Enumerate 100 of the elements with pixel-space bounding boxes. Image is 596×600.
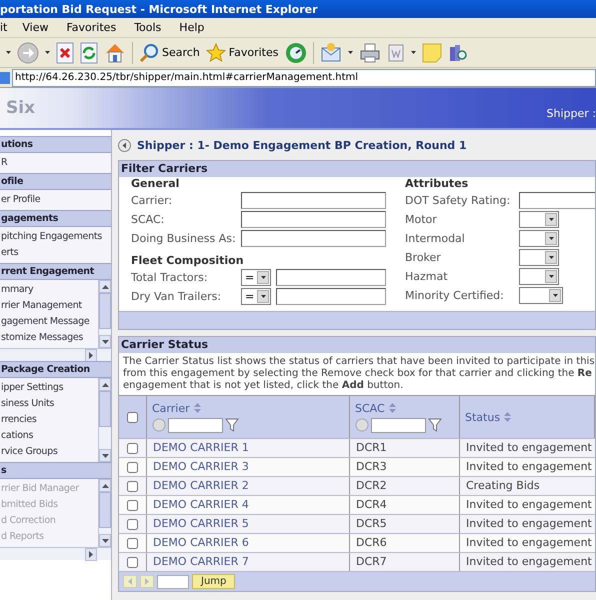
row-checkbox[interactable] [127,538,138,548]
refresh-icon[interactable] [80,42,98,64]
dropdown[interactable] [519,249,559,266]
left-arrow-icon [128,578,132,585]
text-field[interactable] [241,211,386,228]
text-field[interactable] [276,288,386,305]
menu-item[interactable]: Help [170,21,214,34]
page-icon [0,70,10,84]
field-label: Hazmat [405,270,449,283]
favorites-button[interactable]: Favorites [206,42,278,62]
vertical-scrollbar[interactable] [98,378,111,462]
carrier-link[interactable]: DEMO CARRIER 6 [147,534,350,552]
media-icon[interactable] [284,42,306,64]
sidebar-item[interactable]: gagement Message [0,314,98,330]
sidebar-item[interactable]: R [0,155,111,171]
sidebar-item[interactable]: er Profile [0,192,111,208]
text-field[interactable] [276,269,386,286]
page-number-field[interactable] [157,574,189,588]
research-icon[interactable] [448,42,468,62]
section-header[interactable]: Package Creation [0,361,111,378]
dropdown-caret-icon [45,51,50,54]
section-header[interactable]: ofile [0,173,111,190]
menu-item[interactable]: Tools [125,21,170,34]
sidebar-item[interactable]: erts [0,245,111,261]
edit-icon[interactable] [386,42,404,62]
text-field[interactable] [241,192,386,209]
menu-item[interactable]: it [0,21,14,34]
dropdown[interactable] [519,268,559,285]
sidebar-item[interactable]: rrier Management [0,298,98,314]
address-field[interactable]: http://64.26.230.25/tbr/shipper/main.html#carrierManagement.html [12,68,596,86]
sidebar-item[interactable]: siness Units [0,396,98,412]
table-cell: DCR3 [350,458,460,476]
carrier-link[interactable]: DEMO CARRIER 4 [147,496,350,514]
section-header[interactable]: utions [0,136,111,153]
vertical-scrollbar[interactable] [98,280,111,348]
horizontal-scrollbar[interactable] [0,348,111,361]
printer-icon[interactable] [358,42,380,64]
table-cell-text: Invited to engagement [465,516,593,532]
dropdown[interactable] [519,230,559,247]
forward-icon[interactable] [17,42,39,64]
table-cell-text: Creating Bids [465,478,541,494]
scroll-up-icon[interactable] [102,284,108,288]
scroll-down-icon[interactable] [102,538,108,542]
filter-field[interactable] [168,418,223,432]
operator-select[interactable]: = [241,288,271,305]
carrier-link[interactable]: DEMO CARRIER 3 [147,458,350,476]
menu-item[interactable]: View [13,21,58,34]
section-header[interactable]: gagements [0,210,111,227]
dropdown-caret-icon [552,294,558,297]
table-cell-text: Invited to engagement [465,554,593,570]
column-header[interactable]: SCAC [355,402,454,414]
sidebar-item[interactable]: ipper Settings [0,380,98,396]
scroll-up-icon[interactable] [102,484,108,488]
row-checkbox[interactable] [127,480,138,492]
select-all-checkbox[interactable] [127,412,138,422]
mail-icon[interactable] [320,42,342,64]
scroll-right-icon[interactable] [89,551,93,558]
filter-field[interactable] [371,418,426,432]
text-field[interactable] [519,192,595,209]
operator-select[interactable]: = [241,269,271,286]
sidebar-item[interactable]: rrencies [0,412,98,428]
sidebar-item[interactable]: stomize Messages [0,330,98,346]
dropdown[interactable] [519,287,563,304]
carrier-link[interactable]: DEMO CARRIER 5 [147,515,350,533]
home-icon[interactable] [104,42,126,64]
sidebar-item[interactable]: mmary [0,282,98,298]
filter-icon[interactable] [428,418,442,432]
stop-icon[interactable] [56,42,74,64]
section-header[interactable]: s [0,462,111,479]
search-button[interactable]: Search [139,42,200,62]
brand-name: Six [6,98,36,118]
sidebar-item[interactable]: rvice Groups [0,444,98,460]
scroll-down-icon[interactable] [102,454,108,458]
vertical-scrollbar[interactable] [98,479,111,547]
sidebar-item[interactable]: pitching Engagements [0,229,111,245]
scroll-down-icon[interactable] [102,340,108,344]
row-checkbox[interactable] [127,462,138,472]
scroll-up-icon[interactable] [102,382,108,386]
carrier-link[interactable]: DEMO CARRIER 7 [147,553,350,571]
column-header[interactable]: Carrier [152,402,344,414]
dropdown-caret-icon[interactable] [6,51,11,54]
section-header[interactable]: rrent Engagement [0,263,111,280]
back-icon[interactable] [118,138,131,152]
row-checkbox[interactable] [127,556,138,568]
row-checkbox[interactable] [127,442,138,454]
filter-icon[interactable] [225,418,239,432]
dropdown[interactable] [519,211,559,228]
table-cell: DCR4 [350,496,460,514]
row-checkbox[interactable] [127,500,138,510]
scroll-right-icon[interactable] [89,352,93,359]
carrier-link[interactable]: DEMO CARRIER 1 [147,439,350,457]
jump-button[interactable]: Jump [192,574,236,589]
menu-item[interactable]: Favorites [57,21,126,34]
sidebar-item[interactable]: cations [0,428,98,444]
dropdown-caret-icon [410,51,416,54]
column-header[interactable]: Status [465,410,589,424]
text-field[interactable] [241,230,386,247]
row-checkbox[interactable] [127,518,138,530]
horizontal-scrollbar[interactable] [0,547,111,560]
carrier-link[interactable]: DEMO CARRIER 2 [147,477,350,495]
